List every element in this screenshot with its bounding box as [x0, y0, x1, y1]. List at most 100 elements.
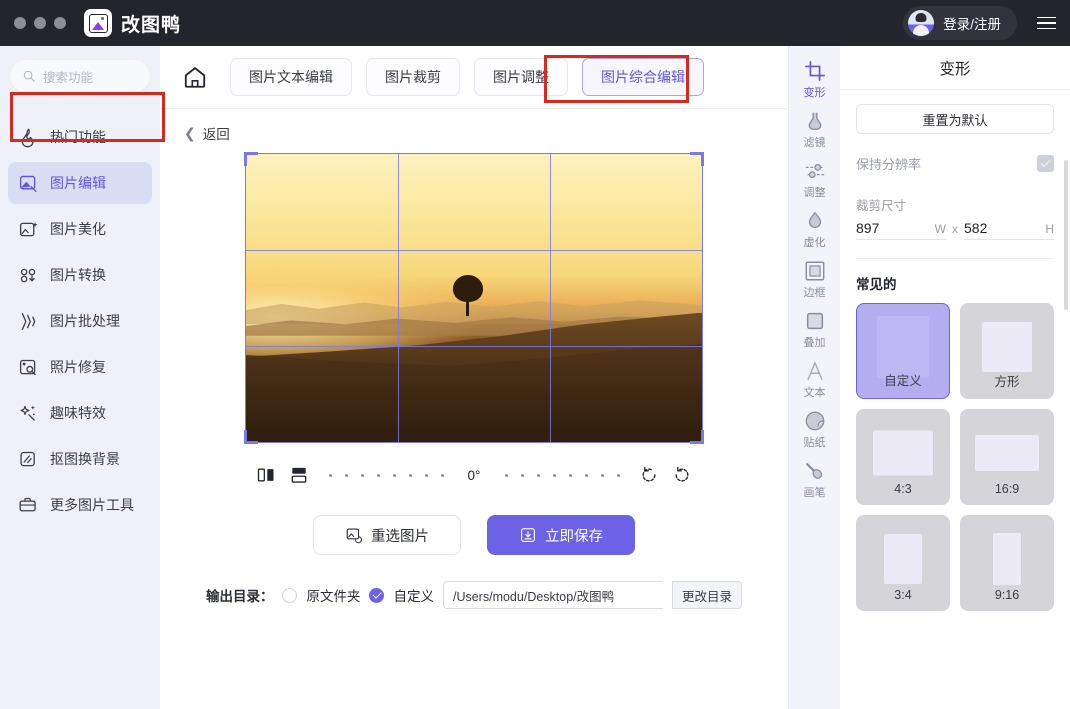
tab-label: 图片文本编辑	[249, 69, 333, 85]
download-icon	[521, 528, 535, 542]
ratio-label: 9:16	[994, 588, 1020, 602]
radio-custom-folder[interactable]	[369, 587, 385, 603]
maximize-window-dot[interactable]	[54, 17, 66, 29]
overlay-square-icon	[806, 312, 823, 330]
flip-horizontal-icon[interactable]	[256, 465, 276, 485]
ratio-tile-square[interactable]: 方形	[960, 303, 1054, 399]
change-directory-button[interactable]: 更改目录	[671, 581, 742, 609]
sidebar-item-cutout-background[interactable]: 抠图换背景	[8, 438, 152, 480]
transform-crop-icon	[804, 61, 825, 81]
reselect-image-button[interactable]: 重选图片	[313, 515, 461, 555]
search-input[interactable]: 搜索功能	[10, 60, 150, 92]
editor-canvas-area: 0° 重选图片 立即保存 输出目录： 原文件夹 自定义 /Users/modu/…	[160, 143, 788, 709]
ratio-tile-16-9[interactable]: 16:9	[960, 409, 1054, 505]
crop-handle-top-left[interactable]	[244, 152, 258, 166]
keep-resolution-label: 保持分辨率	[856, 157, 922, 172]
app-logo-icon	[84, 9, 112, 37]
tool-rail: 变形 滤镜 调整 虚化 边框 叠加 文本 贴纸 画笔	[788, 46, 840, 709]
home-icon[interactable]	[182, 64, 208, 90]
rail-item-brush[interactable]: 画笔	[792, 460, 838, 500]
tab-label: 图片裁剪	[385, 69, 441, 85]
sidebar: 搜索功能 热门功能 图片编辑 图片美化 图片转换 图片批处理 照片修复 趣味特效…	[0, 46, 165, 709]
main-content: 图片文本编辑 图片裁剪 图片调整 图片综合编辑 ❮ 返回 0° 重选图片 立即保…	[160, 46, 788, 709]
rotate-clockwise-icon[interactable]	[672, 465, 692, 485]
crop-handle-top-right[interactable]	[690, 152, 704, 166]
ratio-label: 16:9	[994, 482, 1020, 496]
rail-item-label: 边框	[803, 287, 826, 299]
output-path-input[interactable]: /Users/modu/Desktop/改图鸭	[442, 581, 663, 609]
rail-item-adjust[interactable]: 调整	[792, 160, 838, 200]
rail-item-filter[interactable]: 滤镜	[792, 110, 838, 150]
ratio-tile-9-16[interactable]: 9:16	[960, 515, 1054, 611]
crop-preview[interactable]	[244, 152, 704, 444]
sidebar-item-label: 图片美化	[50, 221, 106, 237]
reset-to-default-button[interactable]: 重置为默认	[856, 104, 1054, 134]
sidebar-item-label: 图片转换	[50, 267, 106, 283]
sidebar-item-more-tools[interactable]: 更多图片工具	[8, 484, 152, 526]
hamburger-menu-icon[interactable]	[1037, 16, 1056, 30]
rail-item-text[interactable]: 文本	[792, 360, 838, 400]
ratio-label: 自定义	[884, 374, 922, 388]
tab-label: 图片综合编辑	[601, 69, 685, 85]
tab-image-adjust[interactable]: 图片调整	[474, 58, 568, 96]
sidebar-nav: 热门功能 图片编辑 图片美化 图片转换 图片批处理 照片修复 趣味特效 抠图换背…	[0, 104, 160, 526]
login-register-button[interactable]: 登录/注册	[903, 6, 1017, 40]
sidebar-item-label: 图片编辑	[50, 175, 106, 191]
sidebar-item-image-edit[interactable]: 图片编辑	[8, 162, 152, 204]
rail-item-overlay[interactable]: 叠加	[792, 310, 838, 350]
sidebar-item-photo-repair[interactable]: 照片修复	[8, 346, 152, 388]
cutout-background-icon	[20, 451, 35, 466]
crop-handle-bottom-right[interactable]	[690, 430, 704, 444]
rail-item-label: 滤镜	[803, 137, 826, 149]
tab-image-text-edit[interactable]: 图片文本编辑	[230, 58, 352, 96]
rail-item-frame[interactable]: 边框	[792, 260, 838, 300]
crop-width-input[interactable]: 897 W	[856, 220, 946, 240]
rail-item-label: 叠加	[803, 337, 826, 349]
crop-handle-bottom-left[interactable]	[244, 430, 258, 444]
sidebar-item-image-convert[interactable]: 图片转换	[8, 254, 152, 296]
crop-width-unit: W	[934, 222, 946, 236]
panel-scrollbar[interactable]	[1064, 160, 1068, 310]
rail-item-label: 变形	[803, 87, 826, 99]
crop-height-input[interactable]: 582 H	[964, 220, 1054, 240]
rotation-toolbar: 0°	[256, 465, 692, 485]
keep-resolution-checkbox[interactable]	[1037, 155, 1054, 172]
rail-item-blur[interactable]: 虚化	[792, 210, 838, 250]
frame-border-icon	[805, 261, 824, 281]
image-beautify-icon	[19, 221, 38, 236]
tab-bar: 图片文本编辑 图片裁剪 图片调整 图片综合编辑	[160, 46, 788, 109]
close-window-dot[interactable]	[14, 17, 26, 29]
sidebar-item-batch-process[interactable]: 图片批处理	[8, 300, 152, 342]
sticker-icon	[805, 411, 824, 431]
rail-item-label: 贴纸	[803, 437, 826, 449]
ratio-tile-3-4[interactable]: 3:4	[856, 515, 950, 611]
batch-process-icon	[21, 312, 36, 330]
minimize-window-dot[interactable]	[34, 17, 46, 29]
rotate-counterclockwise-icon[interactable]	[639, 465, 659, 485]
panel-body: 重置为默认 保持分辨率 裁剪尺寸 897 W x 582 H 常见的 自定义 方…	[840, 90, 1070, 709]
rotation-ticks-left[interactable]	[322, 473, 450, 477]
ratio-tile-custom[interactable]: 自定义	[856, 303, 950, 399]
rail-item-label: 画笔	[803, 487, 826, 499]
radio-original-folder[interactable]	[282, 587, 298, 603]
rail-item-transform[interactable]: 变形	[792, 60, 838, 100]
tab-image-comprehensive-edit[interactable]: 图片综合编辑	[582, 58, 704, 96]
ratio-grid: 自定义 方形 4:3 16:9 3:4 9:16	[856, 303, 1054, 611]
crop-size-separator: x	[952, 222, 958, 236]
output-directory-row: 输出目录： 原文件夹 自定义 /Users/modu/Desktop/改图鸭 更…	[206, 581, 742, 623]
ratio-tile-4-3[interactable]: 4:3	[856, 409, 950, 505]
rail-item-sticker[interactable]: 贴纸	[792, 410, 838, 450]
radio-custom-folder-label: 自定义	[393, 589, 434, 604]
crop-height-value: 582	[964, 220, 988, 236]
window-controls[interactable]	[14, 17, 66, 29]
flip-vertical-icon[interactable]	[289, 465, 309, 485]
rotation-ticks-right[interactable]	[498, 473, 626, 477]
sidebar-item-fun-effects[interactable]: 趣味特效	[8, 392, 152, 434]
output-path-value: /Users/modu/Desktop/改图鸭	[452, 589, 615, 604]
tab-image-crop[interactable]: 图片裁剪	[366, 58, 460, 96]
sidebar-item-hot[interactable]: 热门功能	[8, 116, 152, 158]
sidebar-item-image-beautify[interactable]: 图片美化	[8, 208, 152, 250]
save-now-button[interactable]: 立即保存	[487, 515, 635, 555]
back-button[interactable]: ❮ 返回	[184, 123, 230, 143]
sidebar-item-label: 图片批处理	[50, 313, 120, 329]
